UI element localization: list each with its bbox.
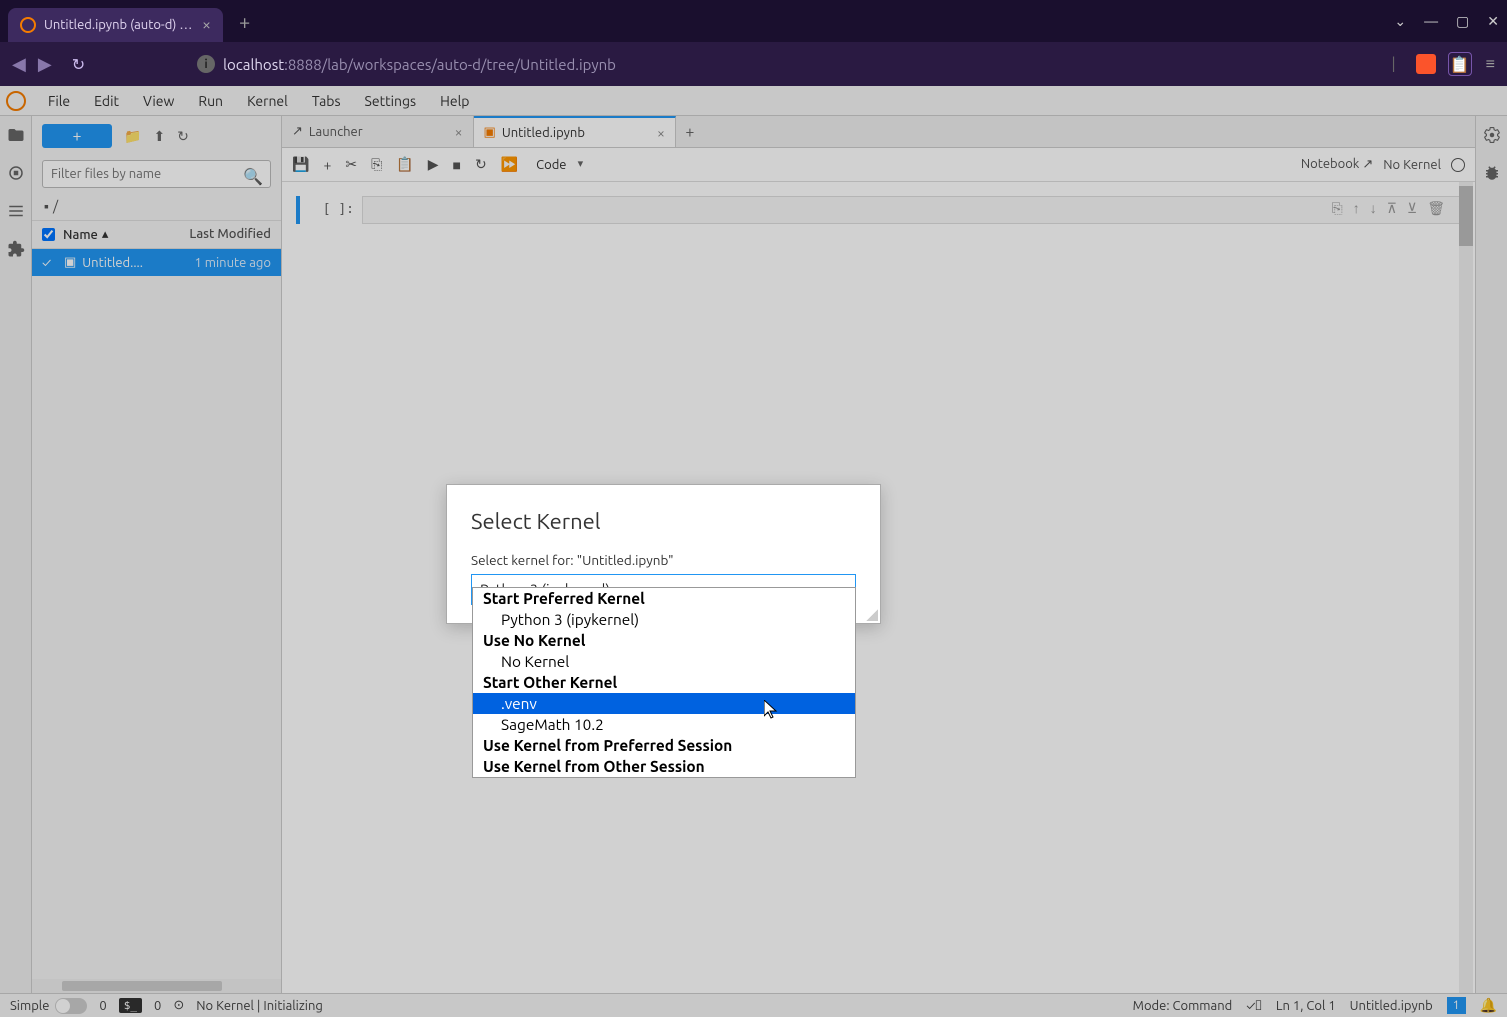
hamburger-menu-icon[interactable]: ≡ xyxy=(1486,55,1495,74)
site-info-icon[interactable]: i xyxy=(197,55,215,73)
browser-titlebar: Untitled.ipynb (auto-d) - Jup × + ⌄ — ▢ … xyxy=(0,0,1507,42)
browser-toolbar: ◀ ▶ ↻ i localhost:8888/lab/workspaces/au… xyxy=(0,42,1507,86)
dropdown-group-label: Use No Kernel xyxy=(473,630,855,651)
reload-button[interactable]: ↻ xyxy=(72,55,85,74)
browser-tab[interactable]: Untitled.ipynb (auto-d) - Jup × xyxy=(8,8,223,42)
dropdown-group-label: Use Kernel from Other Session xyxy=(473,756,855,777)
new-tab-button[interactable]: + xyxy=(239,10,250,33)
forward-button[interactable]: ▶ xyxy=(38,54,52,75)
url-host: localhost xyxy=(223,56,284,73)
back-button[interactable]: ◀ xyxy=(12,54,26,75)
browser-tab-title: Untitled.ipynb (auto-d) - Jup xyxy=(44,18,194,32)
dropdown-group-label: Use Kernel from Preferred Session xyxy=(473,735,855,756)
kernel-dropdown-list: Start Preferred Kernel Python 3 (ipykern… xyxy=(472,587,856,778)
dropdown-item-no-kernel[interactable]: No Kernel xyxy=(473,651,855,672)
url-bar[interactable]: i localhost:8888/lab/workspaces/auto-d/t… xyxy=(197,55,1279,73)
maximize-icon[interactable]: ▢ xyxy=(1456,13,1469,30)
brave-shields-icon[interactable] xyxy=(1416,54,1436,74)
dropdown-item-python3[interactable]: Python 3 (ipykernel) xyxy=(473,609,855,630)
dropdown-group-label: Start Preferred Kernel xyxy=(473,588,855,609)
minimize-icon[interactable]: — xyxy=(1424,13,1438,30)
close-window-icon[interactable]: ✕ xyxy=(1487,13,1499,30)
clipboard-icon[interactable]: 📋 xyxy=(1448,52,1472,76)
dropdown-group-label: Start Other Kernel xyxy=(473,672,855,693)
jupyterlab-app: File Edit View Run Kernel Tabs Settings … xyxy=(0,86,1507,1017)
window-controls: ⌄ — ▢ ✕ xyxy=(1394,13,1499,30)
jupyter-favicon xyxy=(20,17,36,33)
dialog-label: Select kernel for: "Untitled.ipynb" xyxy=(471,552,856,568)
dropdown-item-venv[interactable]: .venv xyxy=(473,693,855,714)
chevron-down-icon[interactable]: ⌄ xyxy=(1394,13,1406,30)
dropdown-item-sagemath[interactable]: SageMath 10.2 xyxy=(473,714,855,735)
dialog-title: Select Kernel xyxy=(471,509,856,534)
url-path: :8888/lab/workspaces/auto-d/tree/Untitle… xyxy=(284,56,616,73)
close-icon[interactable]: × xyxy=(202,16,211,34)
